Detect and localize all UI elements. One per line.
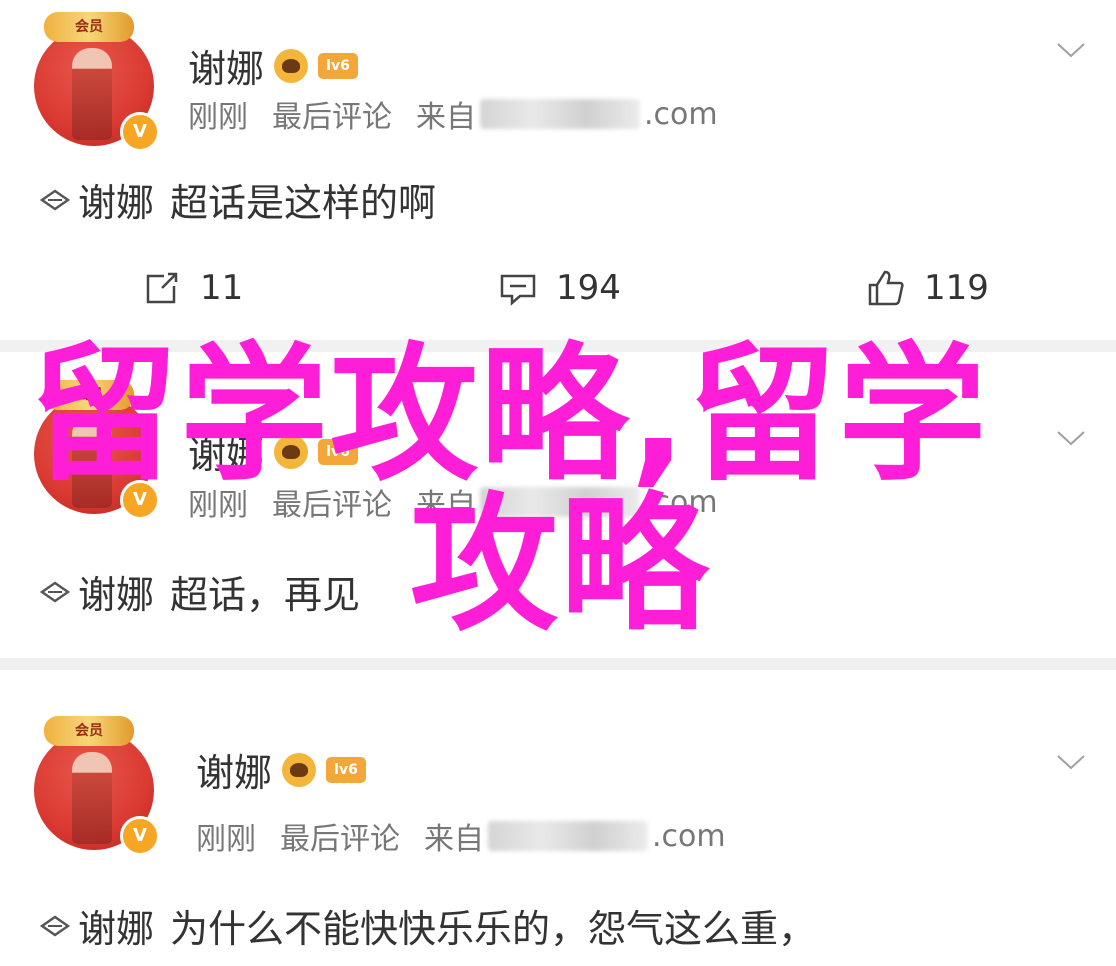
name-row: 谢娜 lv6	[196, 742, 367, 797]
meta-row: 刚刚 最后评论 来自 .com	[196, 814, 726, 858]
share-icon	[146, 272, 178, 304]
meta-action: 最后评论	[280, 822, 400, 857]
comment-row: 谢娜 超话是这样的啊	[38, 172, 436, 227]
meta-action: 最后评论	[272, 100, 392, 135]
comment-text: 为什么不能快快乐乐的，怨气这么重，	[170, 907, 817, 951]
blurred-source	[480, 99, 640, 129]
watermark-overlay: 留学攻略,留学 攻略	[30, 340, 1090, 640]
avatar-photo	[72, 752, 112, 844]
chevron-down-icon[interactable]	[1056, 752, 1086, 782]
meta-source-suffix: .com	[652, 818, 726, 854]
avatar-decoration: 会员	[44, 716, 134, 746]
meta-source-prefix: 来自	[424, 822, 484, 857]
avatar[interactable]: 会员 V	[34, 716, 160, 856]
level-badge: lv6	[326, 756, 367, 783]
share-count: 11	[200, 268, 244, 308]
username[interactable]: 谢娜	[188, 38, 264, 93]
like-count: 119	[924, 268, 989, 308]
watermark-line-2: 攻略	[410, 479, 710, 651]
watermark-line-1: 留学攻略,留学	[30, 329, 989, 501]
avatar-decoration: 会员	[44, 12, 134, 42]
comment-count: 194	[556, 268, 621, 308]
meta-time: 刚刚	[188, 100, 248, 135]
avatar-photo	[72, 48, 112, 140]
comment-topic[interactable]: 谢娜	[78, 898, 154, 953]
fan-badge-icon	[274, 48, 309, 83]
verified-v-icon: V	[120, 816, 160, 856]
weibo-comment-feed: 会员 V 谢娜 lv6 刚刚 最后评论 来自 .com 谢娜 超话是这样的啊 1…	[0, 0, 1116, 966]
comment-icon	[500, 274, 536, 306]
meta-source-prefix: 来自	[416, 100, 476, 135]
level-badge: lv6	[318, 52, 359, 79]
blurred-source	[488, 821, 648, 851]
share-button[interactable]: 11	[142, 268, 243, 308]
name-row: 谢娜 lv6	[188, 38, 359, 93]
verified-v-icon: V	[120, 112, 160, 152]
comment-topic[interactable]: 谢娜	[78, 172, 154, 227]
meta-source-suffix: .com	[644, 96, 718, 132]
username[interactable]: 谢娜	[196, 742, 272, 797]
meta-row: 刚刚 最后评论 来自 .com	[188, 92, 718, 136]
avatar[interactable]: 会员 V	[34, 12, 160, 152]
thumbs-up-icon	[868, 270, 904, 306]
meta-time: 刚刚	[196, 822, 256, 857]
action-bar: 11 194 119	[0, 268, 1116, 320]
post-card: 会员 V 谢娜 lv6 刚刚 最后评论 来自 .com 谢娜 为什么不能快快乐乐…	[0, 670, 1116, 966]
comment-button[interactable]: 194	[498, 268, 621, 308]
topic-diamond-icon	[39, 915, 71, 936]
chevron-down-icon[interactable]	[1056, 40, 1086, 70]
post-card: 会员 V 谢娜 lv6 刚刚 最后评论 来自 .com 谢娜 超	[0, 0, 1116, 340]
comment-text: 超话是这样的啊	[170, 181, 437, 225]
topic-diamond-icon	[39, 189, 71, 210]
comment-row: 谢娜 为什么不能快快乐乐的，怨气这么重，	[38, 898, 816, 953]
like-button[interactable]: 119	[866, 268, 989, 308]
fan-badge-icon	[282, 752, 317, 787]
